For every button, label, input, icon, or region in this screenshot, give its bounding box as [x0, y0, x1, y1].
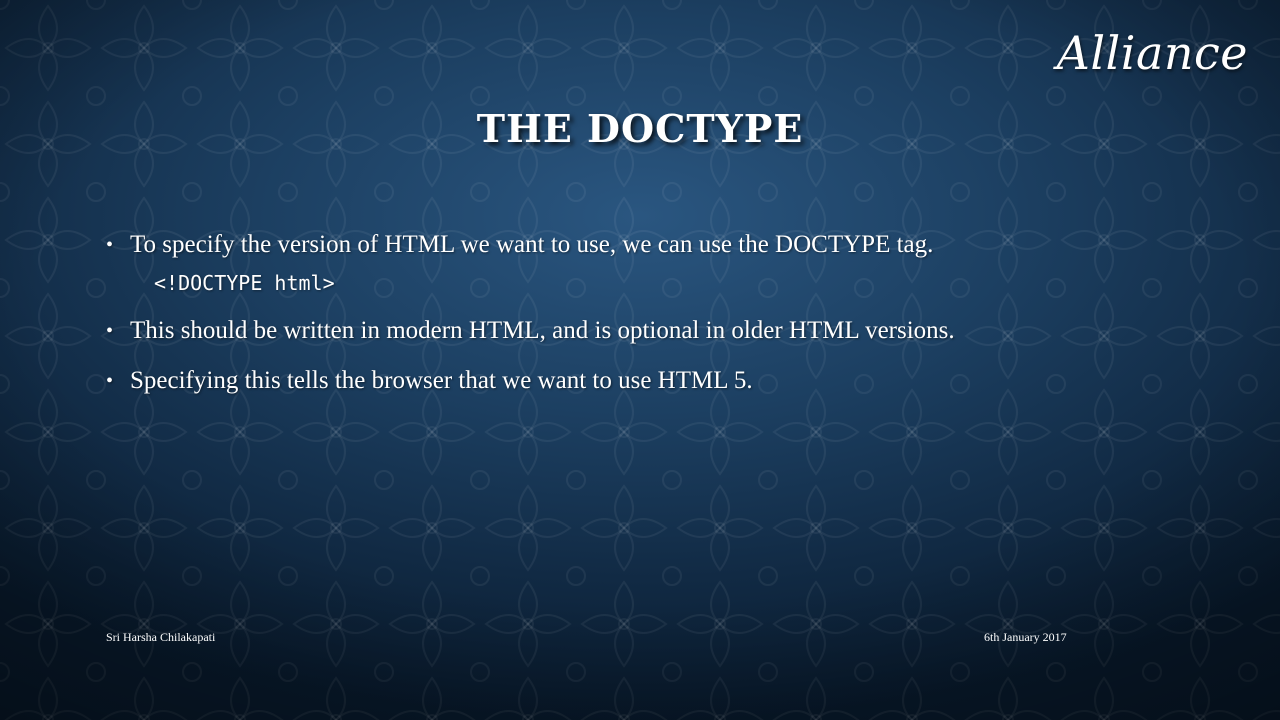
footer-author: Sri Harsha Chilakapati — [106, 630, 216, 644]
alliance-logo: Alliance — [1056, 26, 1248, 80]
slide-body: • To specify the version of HTML we want… — [106, 226, 1186, 400]
bullet-text: Specifying this tells the browser that w… — [130, 367, 753, 394]
bullet-dot-icon: • — [106, 234, 114, 256]
bullet-text: This should be written in modern HTML, a… — [130, 317, 955, 344]
footer-date: 6th January 2017 — [984, 630, 1067, 644]
bullet-text: To specify the version of HTML we want t… — [130, 231, 934, 258]
slide-title: THE DOCTYPE — [476, 106, 804, 151]
bullet-dot-icon: • — [106, 320, 114, 342]
code-snippet: <!DOCTYPE html> — [154, 271, 335, 295]
bullet-item: • Specifying this tells the browser that… — [106, 362, 1186, 400]
bullet-dot-icon: • — [106, 370, 114, 392]
bullet-item: • To specify the version of HTML we want… — [106, 226, 1186, 264]
slide: Alliance THE DOCTYPE • To specify the ve… — [0, 0, 1280, 720]
bullet-item: • This should be written in modern HTML,… — [106, 312, 1186, 350]
